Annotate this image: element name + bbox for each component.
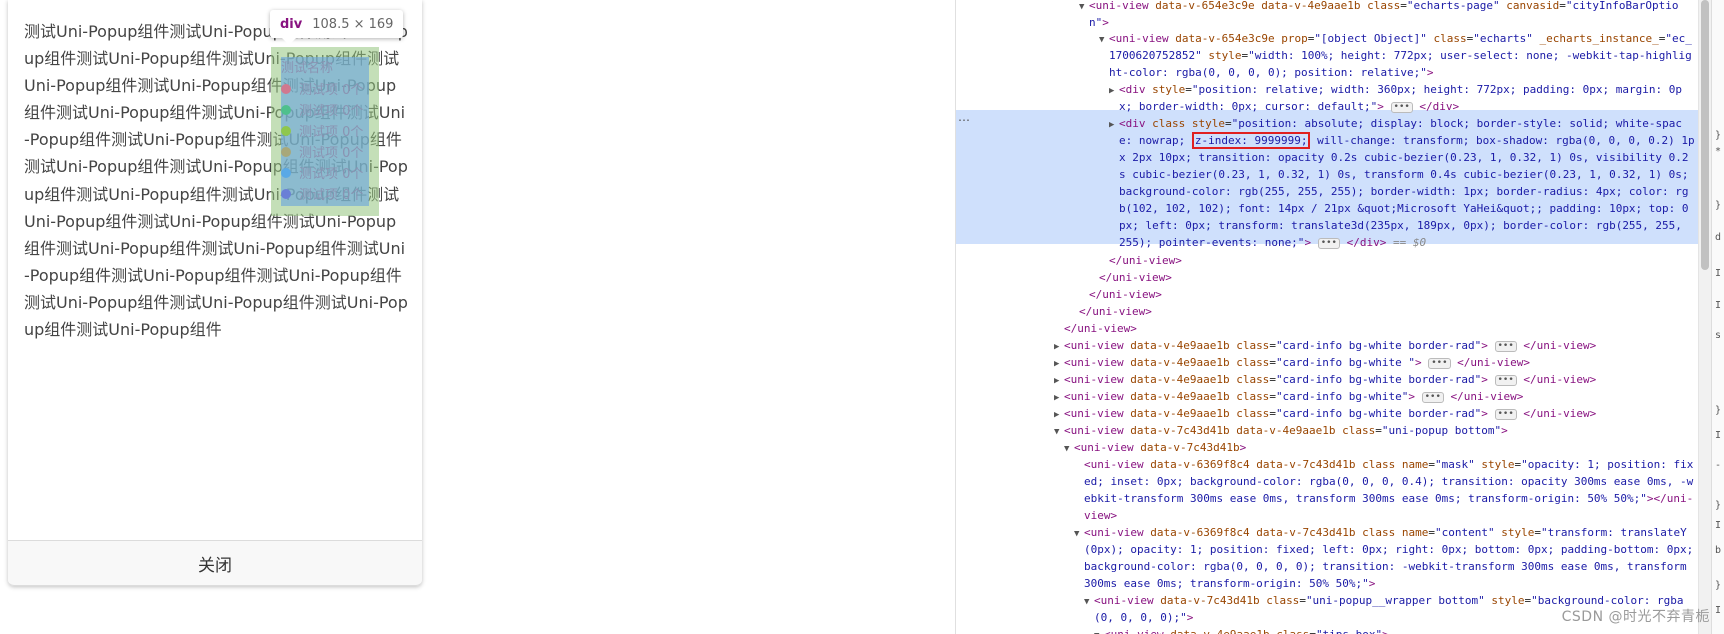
close-button[interactable]: 关闭 [8, 540, 422, 586]
inspect-highlight-label: div 108.5 × 169 [270, 10, 404, 38]
elements-tree[interactable]: ▼ <uni-view data-v-654e3c9e data-v-4e9aae… [956, 0, 1698, 634]
tooltip-item: 测试项 0个 [281, 162, 363, 183]
tooltip-list: 测试项 0个 测试项 0个 测试项 0个 测试项 0个 测试项 0个 测试项 0… [281, 78, 363, 204]
series-dot-icon [281, 188, 291, 199]
tooltip-item: 测试项 0个 [281, 183, 363, 204]
series-dot-icon [281, 104, 291, 115]
tooltip-item: 测试项 0个 [281, 141, 363, 162]
tooltip-item: 测试项 0个 [281, 78, 363, 99]
tooltip-item: 测试项 0个 [281, 99, 363, 120]
tooltip-title: 测试名称 [281, 61, 334, 76]
csdn-watermark: CSDN @时光不弃青栀 [1561, 609, 1710, 625]
series-dot-icon [281, 125, 291, 136]
highlight-tag: div [280, 16, 303, 32]
label-arrow-icon [282, 38, 296, 45]
selected-node-marker: == $0 [1392, 236, 1427, 249]
devtools-panel: … ▼ <uni-view data-v-654e3c9e data-v-4e9a… [955, 0, 1724, 634]
series-dot-icon [281, 146, 291, 157]
mobile-preview: 测试Uni-Popup组件测试Uni-Popup组件测试Uni-Popup组件测… [0, 0, 430, 634]
tooltip-item: 测试项 0个 [281, 120, 363, 141]
echarts-tooltip: 测试名称 测试项 0个 测试项 0个 测试项 0个 测试项 0个 测试项 0个 … [281, 57, 369, 206]
scrollbar-thumb[interactable] [1701, 0, 1709, 270]
z-index-highlight-box: z-index: 9999999; [1191, 132, 1311, 149]
elements-scrollbar[interactable] [1698, 0, 1711, 634]
series-dot-icon [281, 167, 291, 178]
styles-pane-edge: } * } d I I s } I - } I b } I [1711, 0, 1724, 634]
series-dot-icon [281, 83, 291, 94]
highlight-size: 108.5 × 169 [312, 16, 394, 32]
